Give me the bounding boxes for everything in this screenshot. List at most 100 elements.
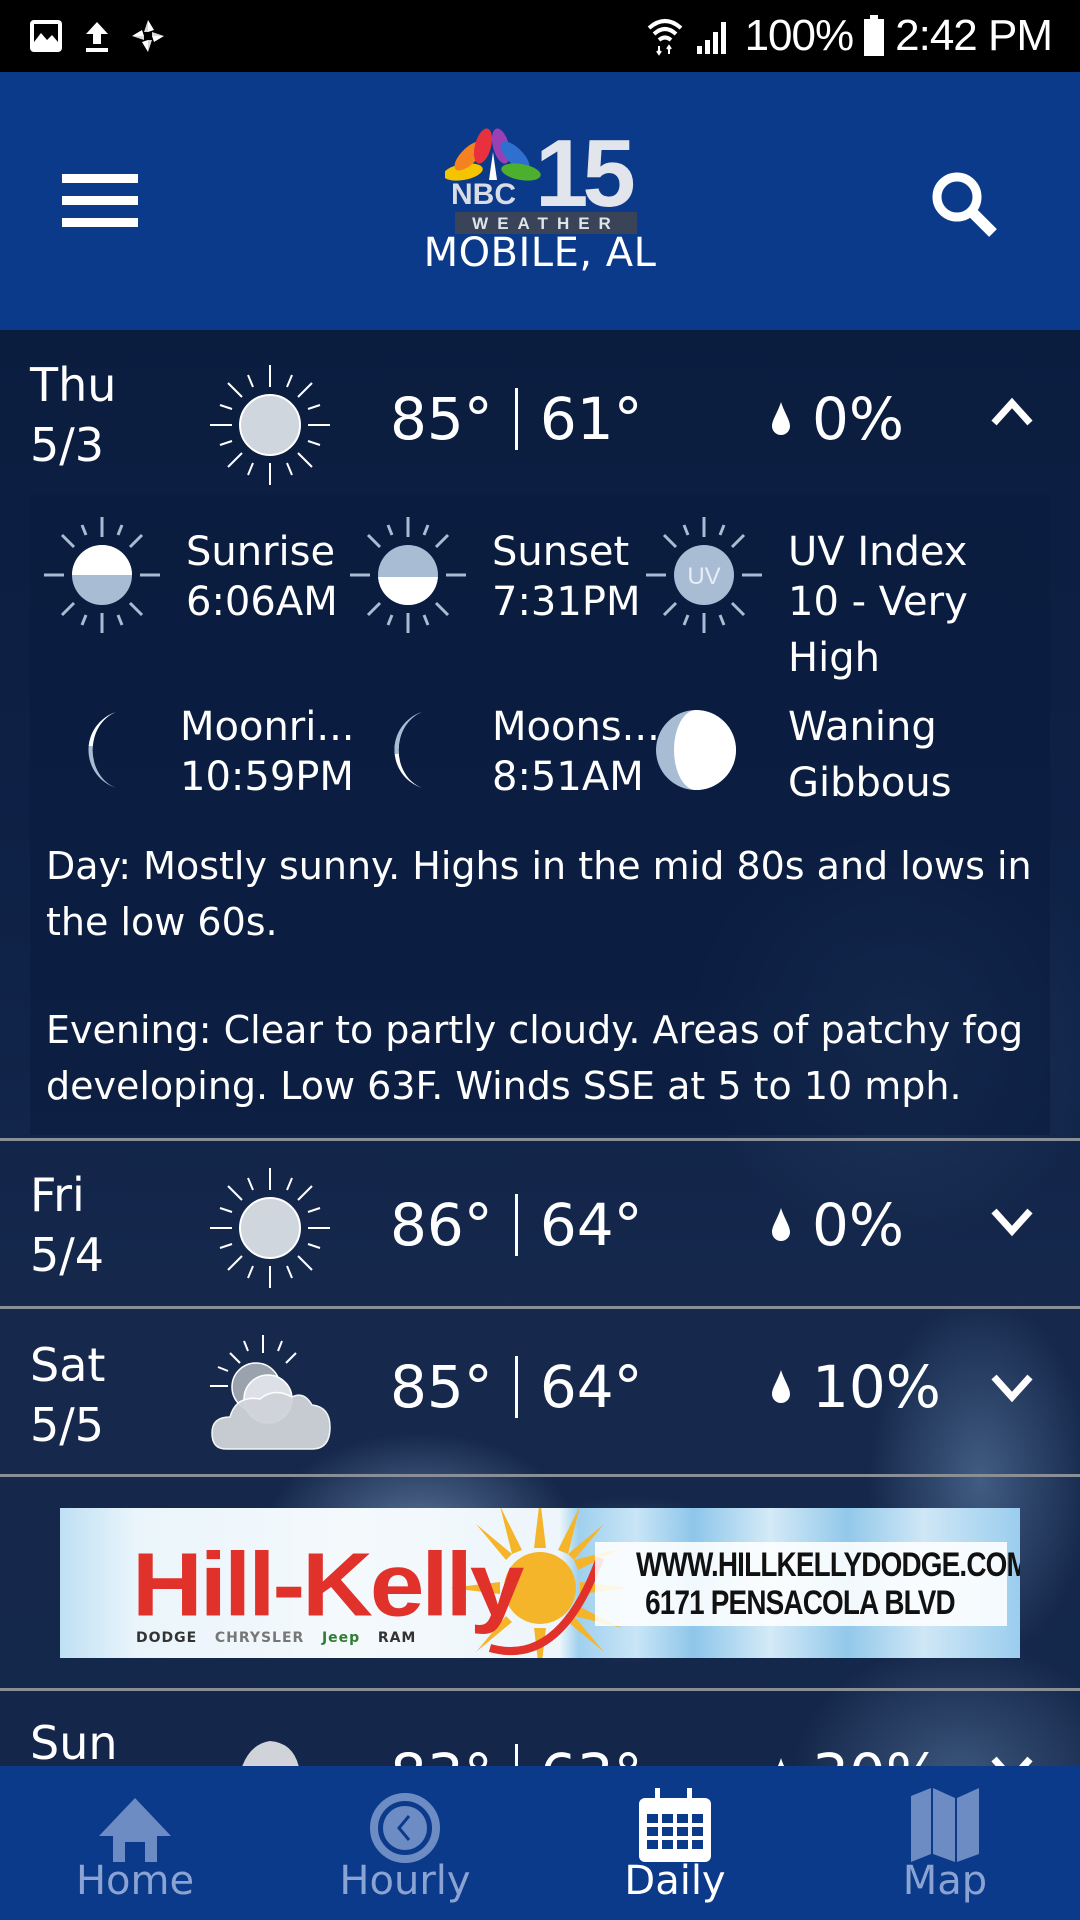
sunrise-icon: [44, 517, 160, 633]
temp-separator: [514, 1356, 518, 1418]
ad-address: 6171 PENSACOLA BLVD: [645, 1584, 956, 1622]
row-divider: [0, 1688, 1080, 1691]
date-label: 5/4: [30, 1228, 105, 1282]
raindrop-icon: [777, 1758, 785, 1766]
high-temp: 85°: [390, 1353, 493, 1421]
date-label: 5/5: [30, 1398, 105, 1452]
day-row-thu[interactable]: Thu 5/3 85° 61° 0%: [0, 345, 1080, 511]
day-details-panel: Sunrise 6:06AM Sunset 7:31PM UV UV Index…: [30, 495, 1050, 1135]
moon-phase-text: Waning Gibbous: [788, 704, 952, 806]
nav-map[interactable]: Map: [810, 1766, 1080, 1920]
search-icon[interactable]: [925, 167, 1005, 247]
chevron-down-icon[interactable]: [990, 1207, 1034, 1237]
location-label: MOBILE, AL: [423, 230, 657, 276]
moonset-info: Moons... 8:51AM: [348, 690, 660, 830]
sunset-icon: [350, 517, 466, 633]
chevron-down-icon[interactable]: [990, 1373, 1034, 1403]
high-temp: 85°: [390, 385, 493, 453]
nav-daily[interactable]: Daily: [540, 1766, 810, 1920]
moonset-icon: [394, 712, 422, 788]
status-bar: 100% 2:42 PM: [0, 0, 1080, 72]
map-icon: [911, 1788, 979, 1862]
bottom-navigation: Home Hourly Daily Map: [0, 1766, 1080, 1920]
cloudy-icon: [242, 1741, 299, 1766]
moonset-text: Moons... 8:51AM: [492, 704, 660, 800]
moonrise-text: Moonri... 10:59PM: [180, 704, 355, 800]
sunrise-info: Sunrise 6:06AM: [42, 515, 342, 655]
ad-makes: DODGE CHRYSLER Jeep RAM: [136, 1630, 417, 1646]
calendar-icon: [639, 1788, 711, 1862]
svg-text:UV: UV: [687, 563, 720, 590]
high-temp: 83°: [390, 1741, 493, 1766]
precip-value: 30%: [812, 1741, 941, 1766]
svg-text:NBC: NBC: [451, 178, 516, 211]
ad-brand-name: Hill-Kelly: [132, 1533, 524, 1635]
day-label: Sat: [30, 1338, 106, 1392]
temperature-range: 85° 64°: [390, 1353, 643, 1421]
uv-index-icon: UV: [646, 517, 762, 633]
wifi-icon: [647, 19, 682, 56]
upload-icon: [86, 22, 108, 52]
moonrise-icon: [88, 712, 116, 788]
temperature-range: 83° 63°: [390, 1741, 643, 1766]
sunny-icon: [210, 365, 330, 485]
temperature-range: 85° 61°: [390, 385, 643, 453]
clock-icon: [370, 1793, 440, 1863]
ad-banner-hill-kelly[interactable]: Hill-Kelly DODGE CHRYSLER Jeep RAM WWW.H…: [60, 1508, 1020, 1658]
precip-chance: 0%: [770, 1191, 904, 1259]
low-temp: 64°: [539, 1191, 643, 1259]
raindrop-icon: [772, 1370, 790, 1403]
nav-map-label: Map: [902, 1858, 988, 1904]
nav-hourly[interactable]: Hourly: [270, 1766, 540, 1920]
precip-chance: 10%: [770, 1353, 941, 1421]
sunset-info: Sunset 7:31PM: [348, 515, 648, 655]
battery-icon: [864, 15, 885, 56]
nbc15-weather-logo: NBC 15 WEATHER: [443, 120, 645, 238]
sunset-text: Sunset 7:31PM: [492, 529, 641, 625]
hamburger-menu-icon[interactable]: [62, 174, 138, 228]
nav-daily-label: Daily: [624, 1858, 726, 1904]
nav-home[interactable]: Home: [0, 1766, 270, 1920]
precip-value: 0%: [812, 385, 905, 453]
app-header: NBC 15 WEATHER MOBILE, AL: [0, 72, 1080, 330]
temp-separator: [514, 388, 518, 450]
temp-separator: [514, 1744, 518, 1766]
sunrise-text: Sunrise 6:06AM: [186, 529, 338, 625]
nbc-peacock-icon: NBC 15 WEATHER: [443, 120, 639, 234]
gallery-icon: [30, 20, 62, 52]
nav-hourly-label: Hourly: [339, 1858, 471, 1904]
row-divider: [0, 1306, 1080, 1309]
row-divider: [0, 1138, 1080, 1141]
date-label: 5/3: [30, 418, 105, 472]
chevron-down-icon[interactable]: [990, 1755, 1034, 1766]
precip-chance: 0%: [770, 385, 904, 453]
uv-index-info: UV UV Index 10 - Very High: [644, 515, 968, 681]
battery-percent: 100%: [744, 11, 855, 60]
day-label: Sun: [30, 1716, 118, 1766]
home-icon: [99, 1798, 171, 1862]
precip-value: 10%: [812, 1353, 941, 1421]
raindrop-icon: [772, 402, 790, 435]
low-temp: 64°: [539, 1353, 643, 1421]
sunny-icon: [210, 1168, 330, 1288]
high-temp: 86°: [390, 1191, 493, 1259]
day-row-fri[interactable]: Fri 5/4 86° 64° 0%: [0, 1145, 1080, 1311]
temp-separator: [514, 1194, 518, 1256]
day-forecast-text: Day: Mostly sunny. Highs in the mid 80s …: [46, 844, 1032, 944]
pinwheel-icon: [132, 20, 164, 52]
day-label: Thu: [30, 358, 117, 412]
clock: 2:42 PM: [895, 11, 1053, 60]
low-temp: 63°: [540, 1741, 643, 1766]
chevron-up-icon[interactable]: [990, 397, 1034, 427]
moonrise-info: Moonri... 10:59PM: [42, 690, 355, 830]
temperature-range: 86° 64°: [390, 1191, 643, 1259]
day-row-sun[interactable]: Sun 83° 63° 30%: [0, 1693, 1080, 1766]
signal-icon: [696, 22, 726, 54]
nav-home-label: Home: [75, 1858, 195, 1904]
moon-phase-info: Waning Gibbous: [644, 690, 952, 830]
low-temp: 61°: [539, 385, 643, 453]
uv-index-text: UV Index 10 - Very High: [788, 529, 968, 681]
ad-url: WWW.HILLKELLYDODGE.COM: [636, 1546, 1020, 1584]
precip-value: 0%: [812, 1191, 905, 1259]
day-row-sat[interactable]: Sat 5/5 85° 64° 10%: [0, 1311, 1080, 1477]
